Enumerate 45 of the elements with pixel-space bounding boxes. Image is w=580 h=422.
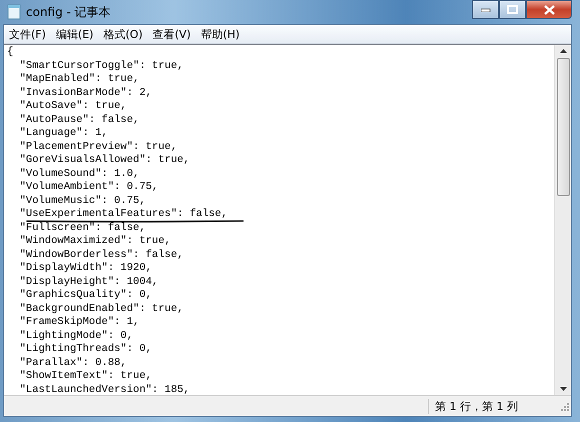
text-line: "LastLaunchedVersion": 185, xyxy=(18,384,190,395)
text-line: "DisplayHeight": 1004, xyxy=(18,276,158,289)
menu-item[interactable]: 查看(V) xyxy=(148,26,196,42)
cursor-position: 第 1 行，第 1 列 xyxy=(428,398,555,414)
text-line: "MapEnabled": true, xyxy=(18,73,140,86)
text-line: { xyxy=(7,46,14,60)
text-line: "GraphicsQuality": 0, xyxy=(18,289,152,302)
maximize-icon xyxy=(507,5,518,14)
text-line: "VolumeSound": 1.0, xyxy=(18,168,140,181)
minimize-icon xyxy=(480,8,490,12)
text-line: "AutoPause": false, xyxy=(18,114,140,127)
text-line: "VolumeAmbient": 0.75, xyxy=(18,181,158,194)
text-line: "FrameSkipMode": 1, xyxy=(18,316,140,330)
scroll-up-arrow-icon[interactable] xyxy=(560,49,566,53)
close-button[interactable] xyxy=(526,0,572,19)
text-line: "VolumeMusic": 0.75, xyxy=(18,194,146,208)
scrollbar-thumb[interactable] xyxy=(556,58,570,196)
text-line: "Language": 1, xyxy=(18,127,108,140)
text-line: "LightingMode": 0, xyxy=(18,330,134,343)
text-line: "BackgroundEnabled": true, xyxy=(18,302,184,316)
window-title: config - 记事本 xyxy=(26,4,111,20)
vertical-scrollbar[interactable] xyxy=(554,45,571,395)
text-line: "PlacementPreview": true, xyxy=(18,140,178,154)
text-line: "WindowBorderless": false, xyxy=(18,248,184,262)
menu-item[interactable]: 文件(F) xyxy=(4,26,51,42)
menu-item[interactable]: 格式(O) xyxy=(98,26,148,42)
text-line: "WindowMaximized": true, xyxy=(18,235,171,248)
text-line: "Fullscreen": false, xyxy=(18,222,146,235)
text-line: "AutoSave": true, xyxy=(18,100,127,114)
text-line: "Parallax": 0.88, xyxy=(18,356,127,370)
text-line: "GoreVisualsAllowed": true, xyxy=(18,154,190,168)
text-line: "LightingThreads": 0, xyxy=(18,343,152,356)
maximize-button[interactable] xyxy=(499,0,526,19)
notepad-icon xyxy=(7,4,21,20)
text-line: "UseExperimentalFeatures": false, xyxy=(18,208,228,222)
menu-item[interactable]: 帮助(H) xyxy=(196,26,245,42)
text-line: "InvasionBarMode": 2, xyxy=(18,86,152,100)
text-line: "SmartCursorToggle": true, xyxy=(18,60,184,73)
menu-item[interactable]: 编辑(E) xyxy=(50,26,98,42)
minimize-button[interactable] xyxy=(472,0,499,19)
resize-grip-icon[interactable] xyxy=(559,401,569,411)
text-line: "ShowItemText": true, xyxy=(18,370,152,384)
scroll-down-arrow-icon[interactable] xyxy=(560,387,566,391)
close-icon xyxy=(544,4,554,14)
text-line: "DisplayWidth": 1920, xyxy=(18,262,152,276)
